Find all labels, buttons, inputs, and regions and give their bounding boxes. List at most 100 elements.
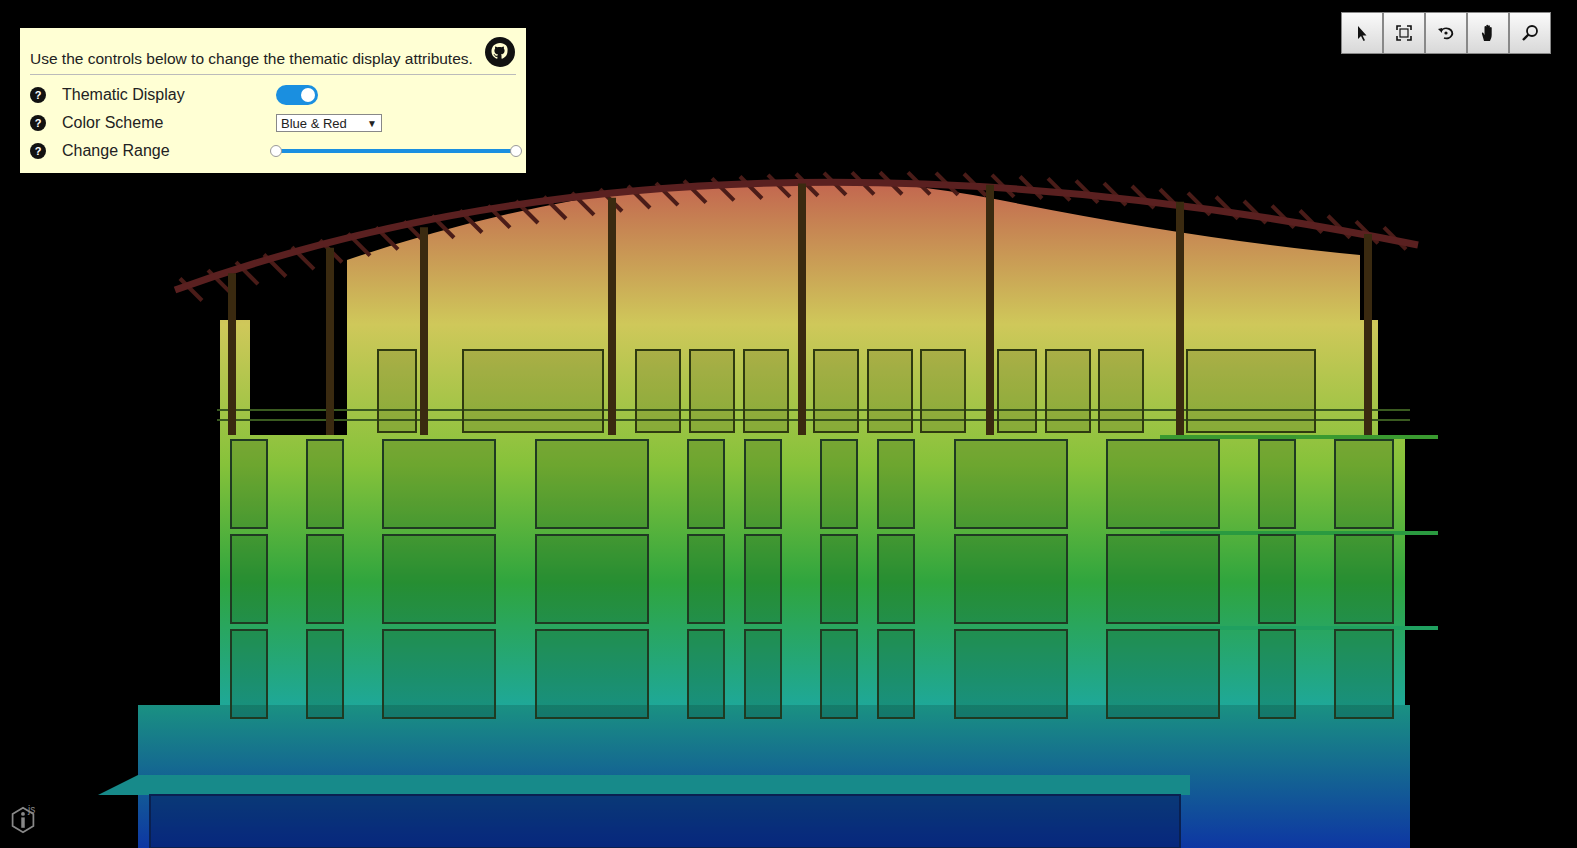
window (821, 440, 857, 528)
window (878, 535, 914, 623)
window (814, 350, 858, 432)
select-value: Blue & Red (281, 116, 347, 131)
window (383, 535, 495, 623)
select-caret-icon: ▼ (367, 118, 377, 129)
help-icon[interactable]: ? (30, 143, 46, 159)
window (1099, 350, 1143, 432)
window (921, 350, 965, 432)
window (955, 630, 1067, 718)
column (326, 248, 334, 435)
viewer-screen: Use the controls below to change the the… (0, 0, 1577, 848)
balcony (1160, 435, 1438, 439)
window (1107, 535, 1219, 623)
imodel-logo[interactable]: js (10, 804, 35, 836)
window (745, 440, 781, 528)
window (383, 630, 495, 718)
window (231, 630, 267, 718)
slider-track (276, 149, 516, 153)
zoom-button[interactable] (1509, 12, 1551, 54)
window (1259, 630, 1295, 718)
window (1107, 440, 1219, 528)
window (688, 440, 724, 528)
window (307, 440, 343, 528)
window (383, 440, 495, 528)
window (745, 630, 781, 718)
window (688, 630, 724, 718)
help-icon[interactable]: ? (30, 87, 46, 103)
window (688, 535, 724, 623)
roof-wall (347, 180, 1360, 435)
github-icon[interactable] (484, 36, 516, 68)
column (420, 227, 428, 435)
logo-text: js (28, 804, 35, 815)
column (228, 273, 236, 435)
window (378, 350, 416, 432)
control-cell (276, 85, 516, 105)
slider-fill (276, 149, 516, 153)
select-button[interactable] (1341, 12, 1383, 54)
roof-structure (175, 172, 1418, 435)
window (307, 630, 343, 718)
awning (98, 775, 1190, 795)
panel-header: Use the controls below to change the the… (30, 36, 516, 75)
window (878, 440, 914, 528)
magnifier-icon (1520, 23, 1540, 43)
help-icon[interactable]: ? (30, 115, 46, 131)
control-row: ? Thematic Display (30, 81, 516, 109)
column (608, 198, 616, 435)
arrow-icon (1352, 23, 1372, 43)
roof-beam (175, 182, 1418, 290)
view-toolbar (1341, 12, 1551, 54)
window (231, 535, 267, 623)
fit-button[interactable] (1383, 12, 1425, 54)
control-label: Change Range (62, 142, 276, 160)
control-panel: Use the controls below to change the the… (20, 28, 526, 173)
rotate-button[interactable] (1425, 12, 1467, 54)
range-slider[interactable] (276, 144, 516, 158)
control-label: Thematic Display (62, 86, 276, 104)
control-cell: Blue & Red ▼ (276, 114, 516, 132)
window (536, 535, 648, 623)
window (744, 350, 788, 432)
window (745, 535, 781, 623)
control-row: ? Change Range (30, 137, 516, 165)
window (463, 350, 603, 432)
control-list: ?Thematic Display?Color SchemeBlue & Red… (30, 75, 516, 165)
column (986, 185, 994, 435)
pan-button[interactable] (1467, 12, 1509, 54)
window (1259, 535, 1295, 623)
window (1187, 350, 1315, 432)
color-scheme-select[interactable]: Blue & Red ▼ (276, 114, 382, 132)
window (307, 535, 343, 623)
fit-view-icon (1394, 23, 1414, 43)
hand-icon (1478, 23, 1498, 43)
storefront (150, 795, 1180, 848)
intro-text: Use the controls below to change the the… (30, 50, 473, 68)
window (1046, 350, 1090, 432)
slider-thumb-low[interactable] (270, 145, 282, 157)
window (536, 440, 648, 528)
window (1335, 535, 1393, 623)
window (1107, 630, 1219, 718)
rotate-icon (1436, 23, 1456, 43)
window (878, 630, 914, 718)
window (636, 350, 680, 432)
window (1259, 440, 1295, 528)
control-cell (276, 144, 516, 158)
column (798, 184, 806, 435)
window (955, 535, 1067, 623)
slider-thumb-high[interactable] (510, 145, 522, 157)
window (690, 350, 734, 432)
window (998, 350, 1036, 432)
window (1335, 630, 1393, 718)
thematic-toggle[interactable] (276, 85, 318, 105)
window (868, 350, 912, 432)
window (1335, 440, 1393, 528)
control-label: Color Scheme (62, 114, 276, 132)
windows (150, 350, 1393, 848)
window (231, 440, 267, 528)
window (536, 630, 648, 718)
toggle-knob (301, 88, 315, 102)
rafter (740, 176, 762, 198)
window (821, 535, 857, 623)
